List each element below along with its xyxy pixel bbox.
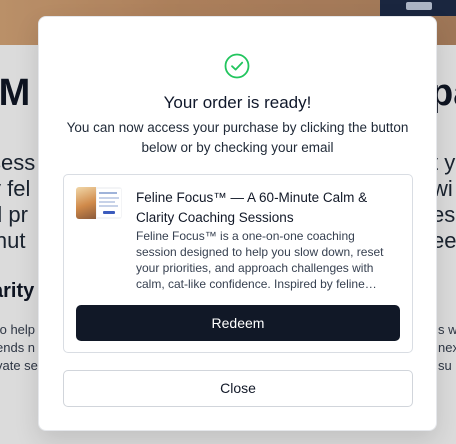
modal-title: Your order is ready! [163, 93, 312, 112]
close-button[interactable]: Close [63, 370, 413, 407]
product-description: Feline Focus™ is a one-on-one coaching s… [136, 229, 384, 291]
order-ready-modal: Your order is ready! You can now access … [38, 16, 437, 431]
modal-description: You can now access your purchase by clic… [66, 120, 409, 155]
check-circle-icon [224, 53, 250, 79]
product-name: Feline Focus™ — A 60-Minute Calm & Clari… [136, 190, 368, 225]
product-card: Feline Focus™ — A 60-Minute Calm & Clari… [63, 174, 413, 353]
product-thumbnail [76, 187, 122, 219]
screen: -M pa sess y fel d pr inut t yo wi es ee… [0, 0, 456, 444]
redeem-button[interactable]: Redeem [76, 305, 400, 341]
